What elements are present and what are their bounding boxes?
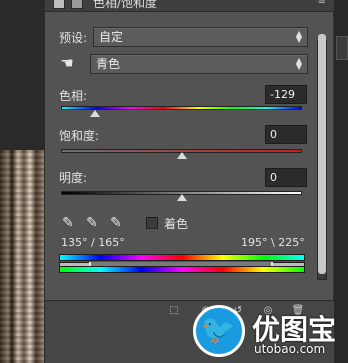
channel-select[interactable]: 青色 ▲ ▼	[90, 54, 308, 74]
preset-select-value: 自定	[99, 30, 124, 44]
hue-input[interactable]: -129	[265, 85, 307, 104]
lightness-label: 明度:	[59, 171, 88, 185]
mask-icon[interactable]	[71, 0, 83, 9]
canvas-photo	[0, 150, 44, 363]
eyedropper-plus-icon[interactable]: ✎	[83, 214, 101, 232]
adjustment-layer-icon[interactable]	[53, 0, 65, 9]
range-right-text: 195° \ 225°	[241, 236, 305, 249]
canvas-background	[0, 0, 44, 150]
hue-label: 色相:	[59, 89, 88, 103]
saturation-slider-thumb[interactable]	[176, 152, 187, 159]
channel-select-value: 青色	[96, 57, 121, 71]
clip-to-layer-icon[interactable]: ⬚	[167, 305, 181, 317]
hue-slider-thumb[interactable]	[90, 110, 101, 117]
preset-label: 预设:	[59, 31, 88, 45]
saturation-input[interactable]: 0	[265, 125, 307, 144]
preset-select[interactable]: 自定 ▲ ▼	[93, 27, 308, 47]
input-color-bar	[59, 254, 305, 261]
eyedropper-icon[interactable]: ✎	[59, 214, 77, 232]
eyedropper-minus-icon[interactable]: ✎	[107, 214, 125, 232]
on-image-adjust-icon[interactable]: ☚	[58, 54, 76, 72]
panel-header: 色相/饱和度 ≡	[45, 0, 334, 12]
colorize-checkbox[interactable]	[146, 217, 158, 229]
panel-menu-icon[interactable]: ≡	[318, 0, 326, 7]
select-arrows-icon: ▲ ▼	[295, 56, 302, 71]
lightness-slider-thumb[interactable]	[176, 194, 187, 201]
panel-scrollbar-thumb[interactable]	[318, 34, 326, 274]
lightness-input[interactable]: 0	[265, 168, 307, 187]
range-left-text: 135° / 165°	[61, 236, 125, 249]
watermark-url: utobao.com	[254, 342, 326, 356]
colorize-label: 着色	[164, 217, 189, 231]
saturation-label: 饱和度:	[59, 129, 100, 143]
bird-icon: 🐦	[200, 313, 236, 346]
select-arrows-icon: ▲ ▼	[295, 29, 302, 44]
output-color-bar	[59, 266, 305, 273]
panel-title: 色相/饱和度	[93, 0, 158, 10]
dock-toggle-button[interactable]	[336, 36, 348, 60]
